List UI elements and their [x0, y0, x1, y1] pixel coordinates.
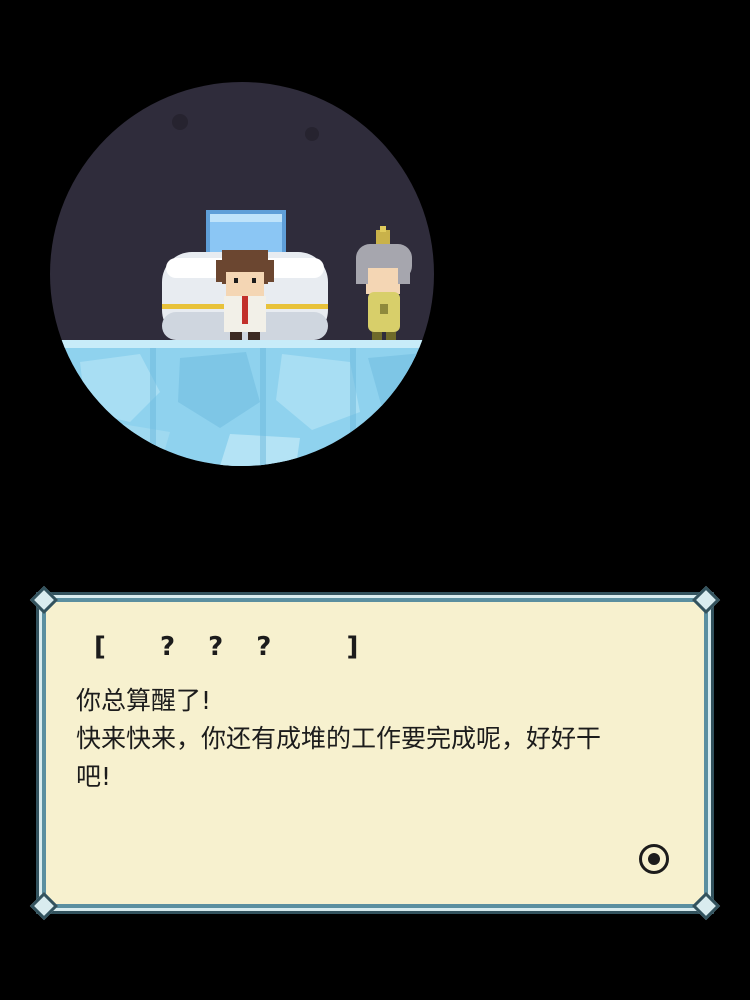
player-character-icon: [216, 250, 274, 344]
advance-indicator-icon[interactable]: [639, 844, 669, 874]
dialog-message: 你总算醒了! 快来快来，你还有成堆的工作要完成呢，好好干 吧!: [76, 682, 676, 796]
ceiling-light-right: [305, 127, 319, 141]
scene-viewport: [50, 82, 434, 466]
dialog-frame: [ ? ? ? ] 你总算醒了! 快来快来，你还有成堆的工作要完成呢，好好干 吧…: [42, 598, 708, 908]
dialog-line: 快来快来，你还有成堆的工作要完成呢，好好干: [76, 724, 602, 753]
ceiling-light-left: [172, 114, 188, 130]
dialog-line: 你总算醒了!: [76, 686, 212, 715]
speaker-name: [ ? ? ? ]: [94, 632, 371, 662]
scene-illustration: [50, 82, 434, 466]
ice-floor-icon: [50, 340, 434, 466]
dialog-line: 吧!: [76, 762, 112, 791]
dialog-box[interactable]: [ ? ? ? ] 你总算醒了! 快来快来，你还有成堆的工作要完成呢，好好干 吧…: [29, 585, 721, 921]
